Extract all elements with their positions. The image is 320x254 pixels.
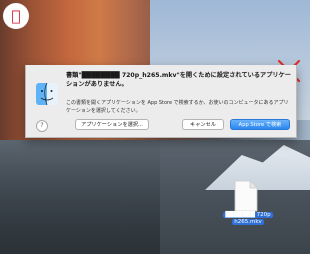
file-name-line2: h265.mkv	[232, 219, 264, 225]
apple-logo-icon: 	[3, 3, 29, 29]
search-app-store-button[interactable]: App Store で検索	[230, 119, 290, 130]
finder-icon	[36, 83, 58, 105]
dialog-message: この書類を開くアプリケーションを App Store で検索するか、お使いのコン…	[66, 100, 289, 114]
help-button[interactable]: ?	[36, 120, 48, 132]
dialog-title: 書類"████████ 720p_h265.mkv"を開くために設定されているア…	[66, 72, 291, 88]
document-file-icon[interactable]	[233, 180, 259, 212]
file-name-line1: ███████ 720p	[223, 212, 273, 218]
file-name-label[interactable]: ███████ 720p h265.mkv	[218, 212, 278, 226]
open-file-dialog: 書類"████████ 720p_h265.mkv"を開くために設定されているア…	[25, 65, 297, 138]
cancel-button[interactable]: キャンセル	[182, 119, 224, 130]
choose-application-button[interactable]: アプリケーションを選択...	[75, 119, 149, 130]
